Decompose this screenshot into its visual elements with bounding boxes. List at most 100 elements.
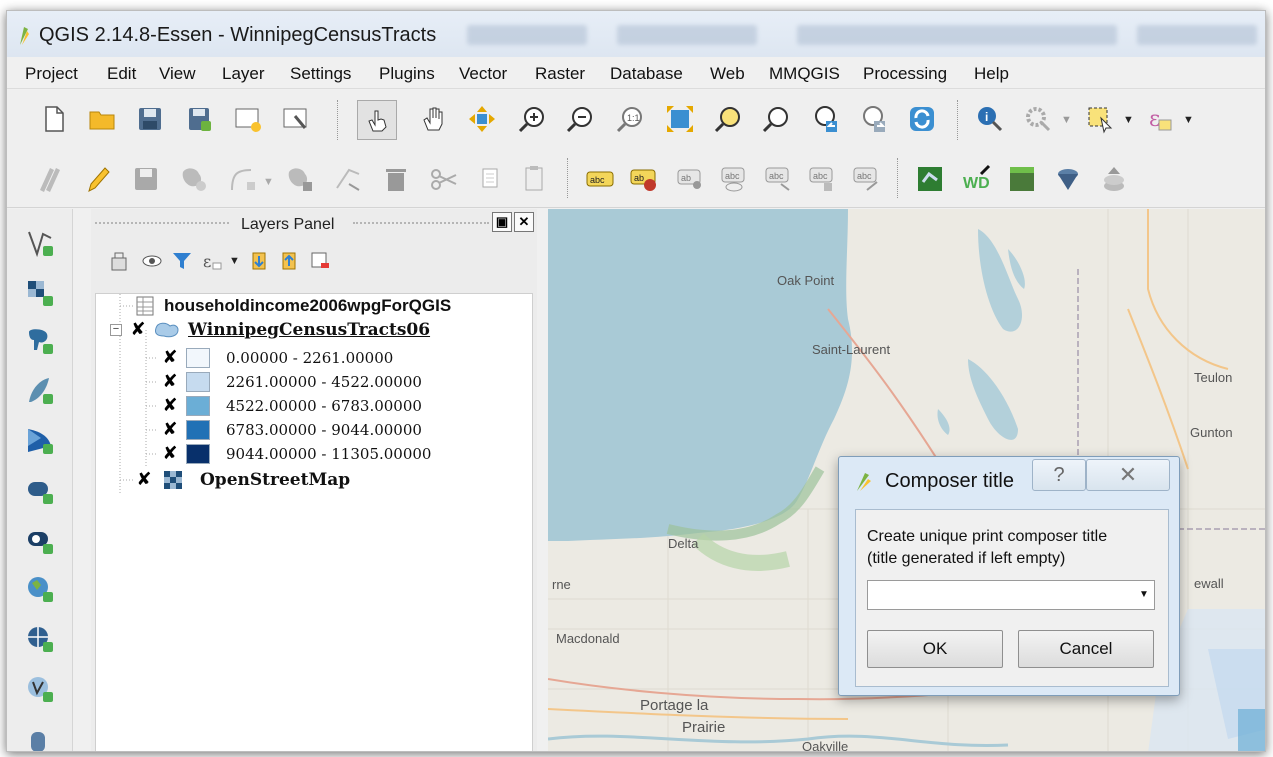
new-project-button[interactable] <box>37 102 71 136</box>
select-features-button[interactable] <box>1083 102 1117 136</box>
remove-layer-button[interactable] <box>307 247 333 275</box>
layer-row-householdincome[interactable]: householdincome2006wpgForQGIS <box>134 294 451 318</box>
add-postgis-layer-button[interactable] <box>21 321 59 361</box>
add-oracle-layer-button[interactable] <box>21 471 59 511</box>
menu-view[interactable]: View <box>159 64 196 84</box>
move-label-tool-button[interactable]: abc <box>761 162 795 196</box>
class-visibility-checkbox[interactable]: ✘ <box>162 373 178 391</box>
ok-button[interactable]: OK <box>867 630 1003 668</box>
menu-settings[interactable]: Settings <box>290 64 351 84</box>
label-with-diagram-button[interactable]: ab <box>627 162 661 196</box>
legend-class-row[interactable]: ✘ 2261.00000 - 4522.00000 <box>162 370 422 394</box>
layer-labeling-options-button[interactable]: abc <box>583 162 617 196</box>
menu-plugins[interactable]: Plugins <box>379 64 435 84</box>
layer-row-openstreetmap[interactable]: ✘ OpenStreetMap <box>136 468 350 492</box>
menu-database[interactable]: Database <box>610 64 683 84</box>
filter-legend-button[interactable] <box>169 247 195 275</box>
current-edits-button[interactable] <box>33 162 67 196</box>
layer-visibility-checkbox[interactable]: ✘ <box>136 471 152 489</box>
chevron-down-icon[interactable]: ▼ <box>1061 114 1072 126</box>
class-visibility-checkbox[interactable]: ✘ <box>162 421 178 439</box>
filter-by-expression-button[interactable]: ε <box>199 247 225 275</box>
class-visibility-checkbox[interactable]: ✘ <box>162 397 178 415</box>
plugin-db-manager-button[interactable] <box>1051 162 1085 196</box>
touch-zoom-button[interactable] <box>357 100 397 140</box>
run-feature-action-button[interactable] <box>1021 102 1055 136</box>
add-wcs-layer-button[interactable] <box>21 619 59 659</box>
menu-mmqgis[interactable]: MMQGIS <box>769 64 840 84</box>
menu-edit[interactable]: Edit <box>107 64 136 84</box>
zoom-to-layer-button[interactable] <box>759 102 793 136</box>
save-layer-edits-button[interactable] <box>129 162 163 196</box>
add-group-button[interactable] <box>107 247 133 275</box>
add-delimited-text-button[interactable] <box>21 719 59 751</box>
node-tool-button[interactable] <box>225 162 259 196</box>
menu-raster[interactable]: Raster <box>535 64 585 84</box>
chevron-down-icon[interactable]: ▼ <box>229 255 240 267</box>
pan-to-selection-button[interactable] <box>465 102 499 136</box>
refresh-button[interactable] <box>905 102 939 136</box>
manage-visibility-button[interactable] <box>139 247 165 275</box>
composer-manager-button[interactable] <box>279 102 313 136</box>
zoom-last-button[interactable] <box>809 102 843 136</box>
plugin-raster-button[interactable] <box>1005 162 1039 196</box>
menu-project[interactable]: Project <box>25 64 78 84</box>
pan-map-button[interactable] <box>417 102 451 136</box>
class-visibility-checkbox[interactable]: ✘ <box>162 445 178 463</box>
zoom-to-selection-button[interactable] <box>711 102 745 136</box>
close-panel-button[interactable]: ✕ <box>514 212 534 232</box>
add-wms-layer-button[interactable] <box>21 569 59 609</box>
identify-features-button[interactable]: i <box>973 102 1007 136</box>
expand-all-button[interactable] <box>247 247 273 275</box>
change-label-button[interactable]: abc <box>849 162 883 196</box>
zoom-out-button[interactable] <box>563 102 597 136</box>
menu-help[interactable]: Help <box>974 64 1009 84</box>
collapse-toggle[interactable]: − <box>110 324 122 336</box>
add-mssql-layer-button[interactable] <box>21 421 59 461</box>
rotate-label-button[interactable]: abc <box>805 162 839 196</box>
menu-vector[interactable]: Vector <box>459 64 507 84</box>
chevron-down-icon[interactable]: ▼ <box>263 176 274 188</box>
copy-features-button[interactable] <box>473 162 507 196</box>
add-db2-layer-button[interactable] <box>21 521 59 561</box>
add-feature-button[interactable] <box>177 162 211 196</box>
open-project-button[interactable] <box>85 102 119 136</box>
menu-layer[interactable]: Layer <box>222 64 265 84</box>
chevron-down-icon[interactable]: ▼ <box>1183 114 1194 126</box>
delete-part-button[interactable] <box>283 162 317 196</box>
plugin-stack-button[interactable] <box>1097 162 1131 196</box>
paste-features-button[interactable] <box>517 162 551 196</box>
delete-selected-button[interactable] <box>379 162 413 196</box>
float-panel-button[interactable]: ▣ <box>492 212 512 232</box>
zoom-next-button[interactable] <box>857 102 891 136</box>
show-hide-labels-button[interactable]: abc <box>717 162 751 196</box>
layer-visibility-checkbox[interactable]: ✘ <box>130 321 146 339</box>
add-spatialite-layer-button[interactable] <box>21 371 59 411</box>
pin-labels-button[interactable]: ab <box>673 162 707 196</box>
save-as-button[interactable] <box>183 102 217 136</box>
close-dialog-button[interactable]: ✕ <box>1086 459 1170 491</box>
layer-row-winnipeg-census-tracts[interactable]: − ✘ WinnipegCensusTracts06 <box>110 318 430 342</box>
move-label-button[interactable] <box>331 162 365 196</box>
class-visibility-checkbox[interactable]: ✘ <box>162 349 178 367</box>
new-print-composer-button[interactable] <box>231 102 265 136</box>
zoom-native-button[interactable]: 1:1 <box>613 102 647 136</box>
zoom-full-button[interactable] <box>663 102 697 136</box>
chevron-down-icon[interactable]: ▼ <box>1123 114 1134 126</box>
add-raster-layer-button[interactable] <box>21 273 59 313</box>
add-vector-layer-button[interactable] <box>21 223 59 263</box>
toggle-editing-button[interactable] <box>81 162 115 196</box>
plugin-wfs-button[interactable]: WD <box>959 162 993 196</box>
help-button[interactable]: ? <box>1032 459 1086 491</box>
composer-title-combobox[interactable]: ▼ <box>867 580 1155 610</box>
menu-processing[interactable]: Processing <box>863 64 947 84</box>
legend-class-row[interactable]: ✘ 6783.00000 - 9044.00000 <box>162 418 422 442</box>
zoom-in-button[interactable] <box>515 102 549 136</box>
legend-class-row[interactable]: ✘ 0.00000 - 2261.00000 <box>162 346 393 370</box>
add-wfs-layer-button[interactable] <box>21 669 59 709</box>
plugin-georeferencer-button[interactable] <box>913 162 947 196</box>
save-project-button[interactable] <box>133 102 167 136</box>
cut-features-button[interactable] <box>427 162 461 196</box>
menu-web[interactable]: Web <box>710 64 745 84</box>
cancel-button[interactable]: Cancel <box>1018 630 1154 668</box>
